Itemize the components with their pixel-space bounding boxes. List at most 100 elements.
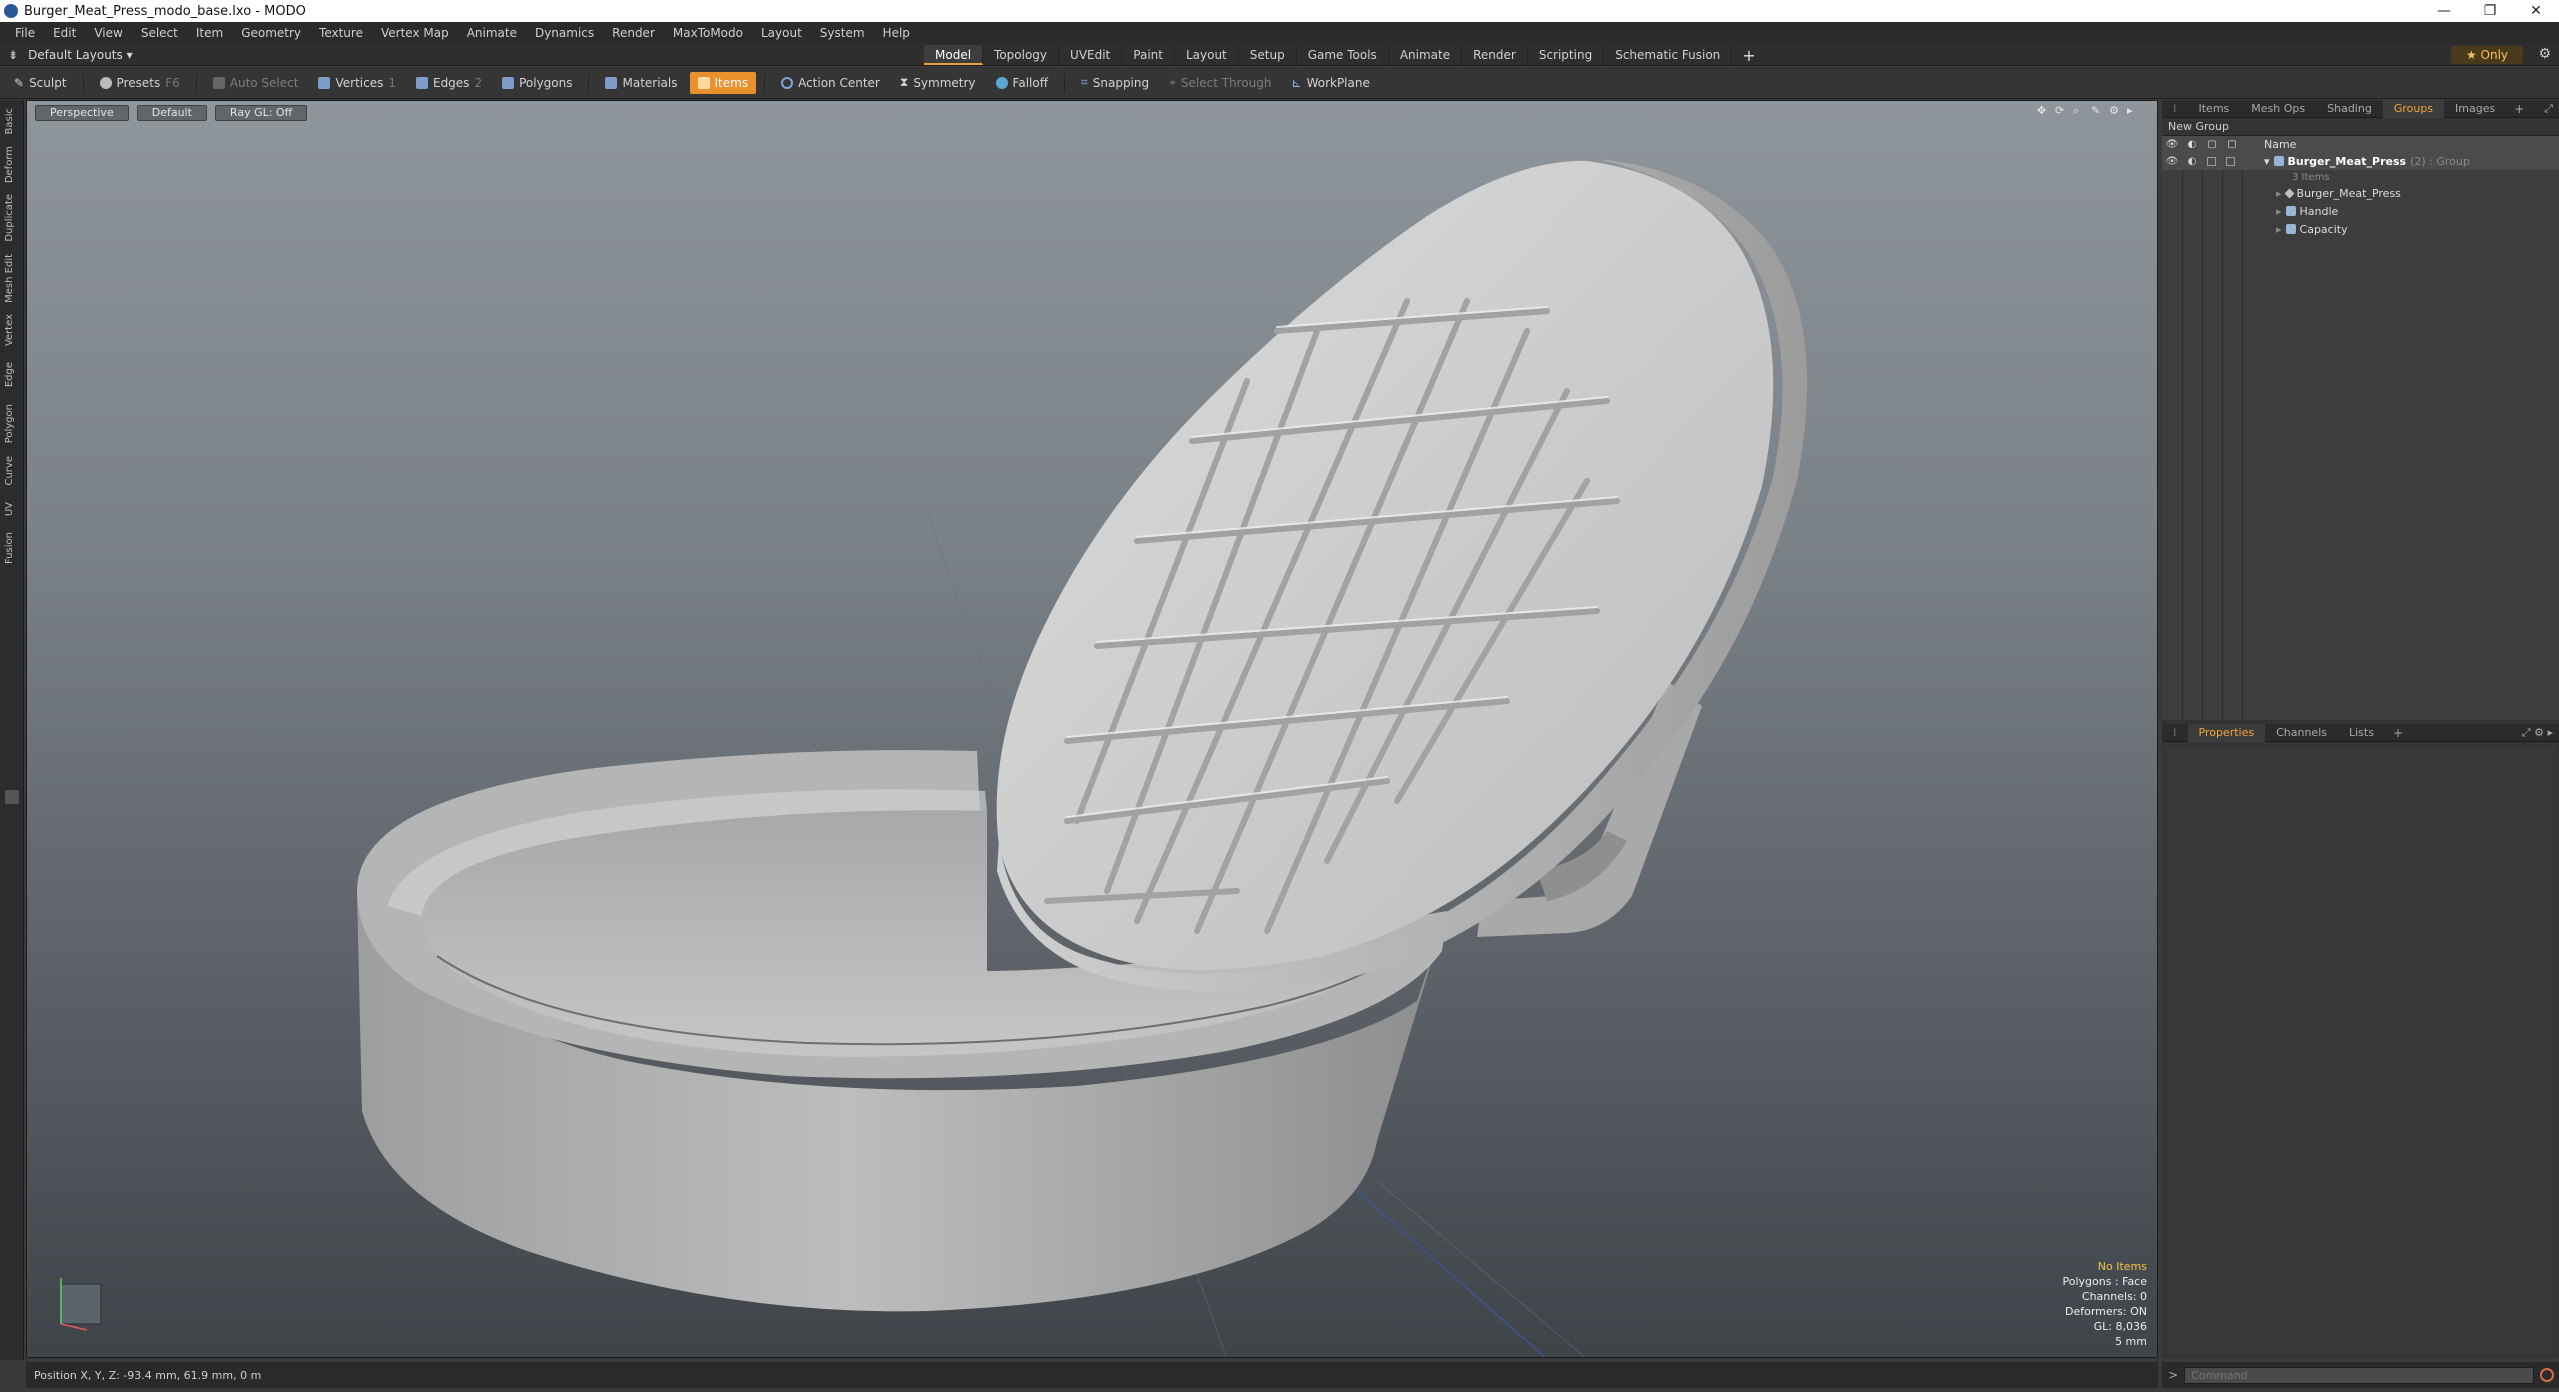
vtab-basic[interactable]: Basic xyxy=(4,108,18,134)
tab-game-tools[interactable]: Game Tools xyxy=(1297,45,1389,65)
workplane-button[interactable]: ⊾ WorkPlane xyxy=(1284,72,1378,94)
expand-arrow-icon[interactable]: ▸ xyxy=(2276,223,2282,236)
menu-help[interactable]: Help xyxy=(874,26,919,40)
restore-icon[interactable]: ❐ xyxy=(2467,3,2513,19)
expand-arrow-icon[interactable]: ▸ xyxy=(2276,205,2282,218)
gear-icon[interactable]: ⚙ xyxy=(2538,46,2551,62)
menu-vertex-map[interactable]: Vertex Map xyxy=(372,26,458,40)
tab-lists[interactable]: Lists xyxy=(2338,724,2385,742)
tab-model[interactable]: Model xyxy=(924,45,984,65)
presets-button[interactable]: Presets F6 xyxy=(92,72,188,94)
menu-system[interactable]: System xyxy=(811,26,874,40)
vtab-vertex[interactable]: Vertex xyxy=(4,314,18,346)
command-input[interactable] xyxy=(2184,1366,2535,1384)
close-icon[interactable]: ✕ xyxy=(2513,3,2559,19)
view-mode-dropdown[interactable]: Perspective xyxy=(35,105,129,121)
tab-setup[interactable]: Setup xyxy=(1239,45,1297,65)
3d-viewport[interactable]: Perspective Default Ray GL: Off ✥ ⟳ ⌕ ✎ … xyxy=(26,100,2158,1358)
snapping-button[interactable]: ⌗ Snapping xyxy=(1073,72,1157,94)
action-center-button[interactable]: Action Center xyxy=(773,72,888,94)
vtab-edge[interactable]: Edge xyxy=(4,362,18,387)
rotate-view-icon[interactable]: ⟳ xyxy=(2055,105,2067,117)
new-group-button[interactable]: New Group xyxy=(2162,118,2559,136)
menu-texture[interactable]: Texture xyxy=(310,26,372,40)
menu-view[interactable]: View xyxy=(85,26,131,40)
expand-toggle-icon[interactable] xyxy=(5,790,19,804)
collapse-arrow-icon[interactable]: ▾ xyxy=(2264,155,2270,168)
menu-geometry[interactable]: Geometry xyxy=(232,26,310,40)
tab-mesh-ops[interactable]: Mesh Ops xyxy=(2240,100,2316,118)
tab-render[interactable]: Render xyxy=(1462,45,1528,65)
render-toggle-icon[interactable]: ◐ xyxy=(2182,156,2202,167)
tab-groups[interactable]: Groups xyxy=(2382,99,2445,118)
lock-column-icon[interactable]: ▢ xyxy=(2202,139,2222,150)
tree-row-group[interactable]: 👁 ◐ ▾ Burger_Meat_Press (2) : Group xyxy=(2162,152,2559,170)
visibility-column-icon[interactable]: 👁 xyxy=(2162,139,2182,150)
vtab-deform[interactable]: Deform xyxy=(4,146,18,183)
select-checkbox[interactable] xyxy=(2226,156,2235,166)
tab-images[interactable]: Images xyxy=(2444,100,2506,118)
zoom-view-icon[interactable]: ⌕ xyxy=(2073,105,2085,117)
menu-select[interactable]: Select xyxy=(132,26,187,40)
render-column-icon[interactable]: ◐ xyxy=(2182,139,2202,150)
tab-items[interactable]: Items xyxy=(2188,100,2241,118)
tab-scripting[interactable]: Scripting xyxy=(1528,45,1605,65)
tab-shading[interactable]: Shading xyxy=(2316,100,2383,118)
viewport-settings-icon[interactable]: ⚙ xyxy=(2109,105,2121,117)
vtab-curve[interactable]: Curve xyxy=(4,456,18,486)
tab-properties[interactable]: Properties xyxy=(2187,723,2266,742)
add-panel-tab-icon[interactable]: + xyxy=(2506,102,2532,116)
vertices-button[interactable]: Vertices 1 xyxy=(310,72,404,94)
edges-button[interactable]: Edges 2 xyxy=(408,72,490,94)
move-view-icon[interactable]: ✥ xyxy=(2037,105,2049,117)
symmetry-button[interactable]: ⧗ Symmetry xyxy=(892,72,984,94)
auto-select-button[interactable]: Auto Select xyxy=(205,72,307,94)
add-tab-icon[interactable]: + xyxy=(1732,46,1765,65)
minimize-icon[interactable]: — xyxy=(2421,3,2467,19)
tab-paint[interactable]: Paint xyxy=(1122,45,1175,65)
tab-channels[interactable]: Channels xyxy=(2265,724,2338,742)
materials-button[interactable]: Materials xyxy=(597,72,685,94)
items-button[interactable]: Items xyxy=(689,71,757,94)
vtab-uv[interactable]: UV xyxy=(4,502,18,516)
edit-view-icon[interactable]: ✎ xyxy=(2091,105,2103,117)
tree-row-handle[interactable]: ▸ Handle xyxy=(2162,202,2559,220)
falloff-button[interactable]: Falloff xyxy=(988,72,1056,94)
raygl-toggle[interactable]: Ray GL: Off xyxy=(214,105,308,121)
tab-schematic-fusion[interactable]: Schematic Fusion xyxy=(1604,45,1733,65)
visibility-icon[interactable]: 👁 xyxy=(2162,156,2182,167)
panel-grip-icon[interactable]: ⁞ xyxy=(2162,724,2188,742)
add-panel-tab-icon[interactable]: + xyxy=(2385,726,2411,740)
polygons-button[interactable]: Polygons xyxy=(494,72,580,94)
menu-file[interactable]: File xyxy=(6,26,44,40)
menu-render[interactable]: Render xyxy=(603,26,664,40)
vtab-mesh-edit[interactable]: Mesh Edit xyxy=(4,254,18,303)
menu-layout[interactable]: Layout xyxy=(752,26,811,40)
viewport-more-icon[interactable]: ▸ xyxy=(2127,105,2139,117)
menu-edit[interactable]: Edit xyxy=(44,26,85,40)
shading-dropdown[interactable]: Default xyxy=(136,105,207,121)
tab-topology[interactable]: Topology xyxy=(983,45,1060,65)
lock-checkbox[interactable] xyxy=(2207,156,2216,166)
panel-expand-icon[interactable]: ⤢ ⚙ ▸ xyxy=(2522,726,2559,740)
select-through-button[interactable]: ⌖ Select Through xyxy=(1161,72,1279,94)
vtab-duplicate[interactable]: Duplicate xyxy=(4,194,18,242)
select-column-icon[interactable]: ▢ xyxy=(2222,139,2242,150)
tab-layout[interactable]: Layout xyxy=(1175,45,1239,65)
menu-dynamics[interactable]: Dynamics xyxy=(526,26,603,40)
tree-row-capacity[interactable]: ▸ Capacity xyxy=(2162,220,2559,238)
tab-animate[interactable]: Animate xyxy=(1389,45,1463,65)
tree-row-mesh[interactable]: ▸ Burger_Meat_Press xyxy=(2162,184,2559,202)
command-execute-icon[interactable] xyxy=(2540,1368,2555,1382)
expand-arrow-icon[interactable]: ▸ xyxy=(2276,187,2282,200)
menu-maxtomodo[interactable]: MaxToModo xyxy=(664,26,752,40)
panel-grip-icon[interactable]: ⁞ xyxy=(2162,100,2188,118)
layout-pin-icon[interactable]: ⇟ xyxy=(8,48,18,62)
tab-uvedit[interactable]: UVEdit xyxy=(1059,45,1123,65)
vtab-polygon[interactable]: Polygon xyxy=(4,404,18,443)
menu-item[interactable]: Item xyxy=(187,26,232,40)
only-button[interactable]: ★ Only xyxy=(2451,46,2523,64)
sculpt-button[interactable]: ✎ Sculpt xyxy=(6,72,75,94)
layout-dropdown[interactable]: Default Layouts ▾ xyxy=(28,48,133,62)
panel-expand-icon[interactable]: ⤢ xyxy=(2544,102,2559,116)
